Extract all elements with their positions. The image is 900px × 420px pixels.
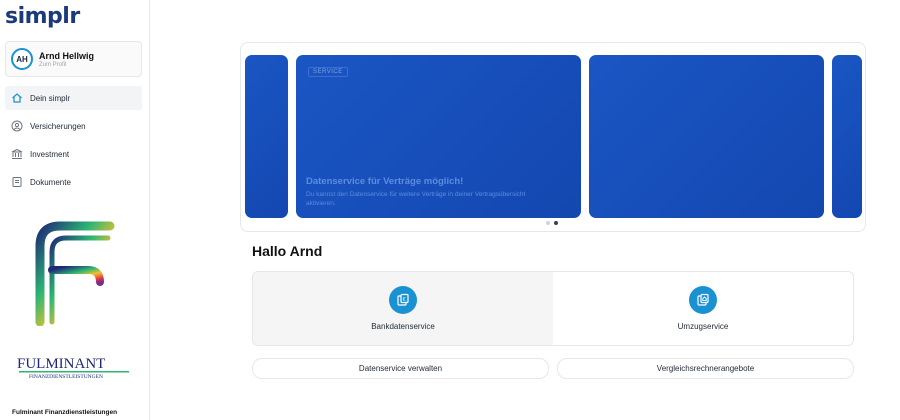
page-greeting: Hallo Arnd <box>252 243 323 259</box>
service-label: Umzugservice <box>677 322 729 331</box>
carousel-slide-prev[interactable] <box>245 55 288 218</box>
sidebar: simplr AH Arnd Hellwig Zum Profil Dein s… <box>0 0 150 420</box>
svg-text:FULMINANT: FULMINANT <box>17 356 105 372</box>
service-bankdatenservice[interactable]: € Bankdatenservice <box>253 272 553 345</box>
slide-title: Datenservice für Verträge möglich! <box>306 176 464 187</box>
datenservice-verwalten-button[interactable]: Datenservice verwalten <box>252 358 549 379</box>
sidebar-item-investment[interactable]: Investment <box>5 142 142 166</box>
sidebar-nav: Dein simplr Versicherungen Investment Do… <box>5 86 142 198</box>
sidebar-item-label: Investment <box>30 149 70 159</box>
home-icon <box>11 92 23 104</box>
profile-link[interactable]: Zum Profil <box>39 62 94 68</box>
carousel-dot-active[interactable] <box>554 221 558 225</box>
document-icon <box>11 176 23 188</box>
moving-icon <box>689 286 717 314</box>
sidebar-item-dokumente[interactable]: Dokumente <box>5 170 142 194</box>
carousel-slide-next[interactable] <box>589 55 824 218</box>
services-panel: € Bankdatenservice Umzugservice <box>252 271 854 346</box>
fulminant-logo-icon: FULMINANT FINANZDIENSTLEISTUNGEN <box>17 356 129 380</box>
avatar: AH <box>11 48 33 70</box>
partner-logo: FULMINANT FINANZDIENSTLEISTUNGEN <box>5 340 142 404</box>
sidebar-item-label: Versicherungen <box>30 121 86 131</box>
bank-data-icon: € <box>389 286 417 314</box>
slide-tag: SERVICE <box>308 67 348 77</box>
carousel-dots <box>546 221 558 225</box>
sidebar-item-label: Dein simplr <box>30 93 71 103</box>
service-umzugservice[interactable]: Umzugservice <box>553 272 853 345</box>
sidebar-item-label: Dokumente <box>30 177 71 187</box>
app-root: simplr AH Arnd Hellwig Zum Profil Dein s… <box>0 0 900 420</box>
shield-user-icon <box>11 120 23 132</box>
vergleichsrechner-button[interactable]: Vergleichsrechnerangebote <box>557 358 854 379</box>
profile-name: Arnd Hellwig <box>39 50 95 61</box>
simplr-logo[interactable]: simplr <box>5 4 80 29</box>
profile-card[interactable]: AH Arnd Hellwig Zum Profil <box>5 41 142 77</box>
sidebar-item-versicherungen[interactable]: Versicherungen <box>5 114 142 138</box>
carousel-slide-active[interactable]: SERVICE Datenservice für Verträge möglic… <box>296 55 581 218</box>
partner-f-logo-icon <box>35 221 115 326</box>
sidebar-item-dein-simplr[interactable]: Dein simplr <box>5 86 142 110</box>
promo-carousel[interactable]: SERVICE Datenservice für Verträge möglic… <box>240 42 866 232</box>
service-label: Bankdatenservice <box>371 322 435 331</box>
svg-text:FINANZDIENSTLEISTUNGEN: FINANZDIENSTLEISTUNGEN <box>29 374 103 380</box>
carousel-slide-peek[interactable] <box>832 55 862 218</box>
svg-text:€: € <box>403 297 406 303</box>
carousel-dot[interactable] <box>546 221 550 225</box>
partner-name: Fulminant Finanzdienstleistungen <box>12 409 118 416</box>
bank-icon <box>11 148 23 160</box>
slide-text: Du kannst den Datenservice für weitere V… <box>306 191 526 207</box>
